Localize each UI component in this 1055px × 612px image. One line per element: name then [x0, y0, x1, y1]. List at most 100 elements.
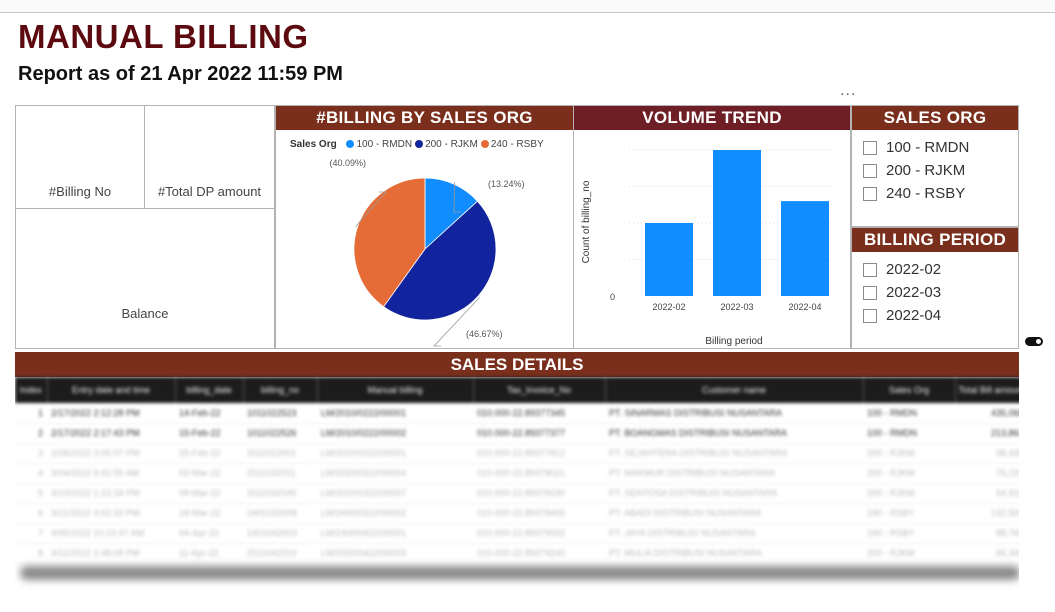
table-cell: 010.000-22.89377812 — [473, 443, 605, 464]
column-header[interactable]: Customer name — [605, 377, 864, 403]
table-cell: 213,863,470 — [955, 423, 1019, 444]
bar-2022-04[interactable] — [781, 201, 829, 296]
table-cell: 3 — [15, 443, 47, 464]
table-cell: 200 - RJKM — [863, 443, 955, 464]
slicer-option-200-rjkm[interactable]: 200 - RJKM — [863, 159, 1018, 182]
table-cell: 1 — [15, 403, 47, 424]
column-header[interactable]: billing_date — [175, 377, 244, 403]
column-header[interactable]: Sales Org — [863, 377, 956, 403]
table-cell: 132,500,000 — [955, 503, 1019, 524]
table-cell: 54,910,800 — [955, 483, 1019, 504]
table-cell: PT. SEJAHTERA DISTRIBUSI NUSANTARA — [605, 443, 863, 464]
slicer-option-label: 2022-03 — [886, 284, 942, 301]
sales-org-slicer[interactable]: SALES ORG 100 - RMDN 200 - RJKM 240 - RS… — [851, 105, 1019, 227]
table-row[interactable]: 6 3/21/2022 4:02:33 PM 18-Mar-22 2401032008… — [15, 503, 1019, 524]
slicer-option-100-rmdn[interactable]: 100 - RMDN — [863, 136, 1018, 159]
table-cell: PT. JAYA DISTRIBUSI NUSANTARA — [605, 523, 863, 544]
column-header[interactable]: Entry date and time — [47, 377, 176, 403]
table-cell: 2011042019 — [243, 543, 317, 564]
billing-by-sales-org-chart[interactable]: #BILLING BY SALES ORG Sales Org 100 - RM… — [275, 105, 574, 349]
checkbox-icon[interactable] — [863, 186, 877, 201]
top-toolbar-strip — [0, 0, 1055, 13]
slicer-option-label: 100 - RMDN — [886, 139, 970, 156]
kpi-balance-label: Balance — [121, 306, 169, 321]
table-cell: 3/10/2022 1:22:18 PM — [47, 483, 175, 504]
volume-trend-chart[interactable]: VOLUME TREND 0 2022-02 2022-03 2022-04 Billi… — [573, 105, 851, 349]
table-cell: 2/17/2022 2:17:43 PM — [47, 423, 175, 444]
column-header[interactable]: Tax_Invoice_No — [473, 377, 606, 403]
slicer-option-240-rsby[interactable]: 240 - RSBY — [863, 182, 1018, 205]
table-row[interactable]: 1 2/17/2022 2:12:28 PM 14-Feb-22 1011022523… — [15, 403, 1019, 424]
table-cell: 15-Feb-22 — [175, 423, 243, 444]
toggle-icon[interactable] — [1025, 337, 1043, 346]
more-options-icon[interactable]: ... — [840, 82, 856, 100]
table-row[interactable]: 8 4/12/2022 2:48:09 PM 11-Apr-22 2011042019… — [15, 543, 1019, 564]
table-row[interactable]: 5 3/10/2022 1:22:18 PM 09-Mar-22 2011032045… — [15, 483, 1019, 504]
table-cell: 2 — [15, 423, 47, 444]
checkbox-icon[interactable] — [863, 262, 877, 277]
table-body: 1 2/17/2022 2:12:28 PM 14-Feb-22 1011022523… — [15, 403, 1019, 564]
table-row[interactable]: 3 2/28/2022 3:05:07 PM 25-Feb-22 2011022001… — [15, 443, 1019, 464]
table-cell: 88,760,500 — [955, 523, 1019, 544]
table-cell: PT. SENTOSA DISTRIBUSI NUSANTARA — [605, 483, 863, 504]
table-cell: PT. MAKMUR DISTRIBUSI NUSANTARA — [605, 463, 863, 484]
table-cell: 02-Mar-22 — [175, 463, 243, 484]
y-axis-label: Count of billing_no — [581, 180, 592, 263]
table-cell: PT. MULIA DISTRIBUSI NUSANTARA — [605, 543, 863, 564]
table-body-wrap: Index Entry date and time billing_date bill… — [15, 377, 1019, 564]
table-cell: PT. ABADI DISTRIBUSI NUSANTARA — [605, 503, 863, 524]
table-cell: 76,225,000 — [955, 463, 1019, 484]
slicer-option-2022-03[interactable]: 2022-03 — [863, 281, 1018, 304]
table-row[interactable]: 7 4/05/2022 10:15:47 AM 04-Apr-22 240104200… — [15, 523, 1019, 544]
bar-chart[interactable]: 0 2022-02 2022-03 2022-04 Billing period Coun… — [574, 130, 850, 348]
column-header[interactable]: Index — [15, 377, 48, 403]
table-cell: 200 - RJKM — [863, 483, 955, 504]
checkbox-icon[interactable] — [863, 140, 877, 155]
table-cell: 240 - RSBY — [863, 503, 955, 524]
table-cell: 09-Mar-22 — [175, 483, 243, 504]
report-date-subtitle: Report as of 21 Apr 2022 11:59 PM — [18, 63, 343, 85]
pie-chart[interactable]: (13.24%) (46.67%) (40.09%) — [276, 134, 573, 348]
table-cell: 010.000-22.89377377 — [473, 423, 605, 444]
x-tick-label: 2022-02 — [652, 302, 685, 312]
table-cell: 11-Apr-22 — [175, 543, 243, 564]
table-cell: PT. SINARMAS DISTRIBUSI NUSANTARA — [605, 403, 863, 424]
kpi-billing-no-label: #Billing No — [48, 184, 112, 199]
kpi-total-dp-card[interactable]: #Total DP amount — [144, 105, 275, 209]
table-header-row: Index Entry date and time billing_date bill… — [15, 377, 1019, 403]
table-cell: 2401042003 — [243, 523, 317, 544]
table-cell: 4/12/2022 2:48:09 PM — [47, 543, 175, 564]
column-header[interactable]: Manual billing — [317, 377, 474, 403]
checkbox-icon[interactable] — [863, 285, 877, 300]
chart-title: #BILLING BY SALES ORG — [276, 106, 573, 130]
checkbox-icon[interactable] — [863, 163, 877, 178]
bar-2022-03[interactable] — [713, 150, 761, 296]
kpi-balance-card[interactable]: Balance — [15, 208, 275, 349]
table-cell: 200 - RJKM — [863, 463, 955, 484]
slicer-option-2022-02[interactable]: 2022-02 — [863, 258, 1018, 281]
table-row[interactable]: 4 3/04/2022 9:41:55 AM 02-Mar-22 2011032011… — [15, 463, 1019, 484]
table-cell: 3/21/2022 4:02:33 PM — [47, 503, 175, 524]
checkbox-icon[interactable] — [863, 308, 877, 323]
table-cell: LM/2020/0322/00007 — [317, 483, 473, 504]
table-cell: 8 — [15, 543, 47, 564]
billing-period-slicer[interactable]: BILLING PERIOD 2022-02 2022-03 2022-04 — [851, 227, 1019, 349]
data-table[interactable]: Index Entry date and time billing_date bill… — [15, 377, 1019, 564]
table-cell: 2011032011 — [243, 463, 317, 484]
table-cell: 18-Mar-22 — [175, 503, 243, 524]
horizontal-scrollbar[interactable] — [20, 566, 1019, 580]
table-cell: 1011022523 — [243, 403, 317, 424]
table-cell: LM/2400/0322/00002 — [317, 503, 473, 524]
x-tick-label: 2022-04 — [788, 302, 821, 312]
slicer-option-2022-04[interactable]: 2022-04 — [863, 304, 1018, 327]
slicer-title: SALES ORG — [852, 106, 1018, 130]
kpi-billing-no-card[interactable]: #Billing No — [15, 105, 145, 209]
table-row[interactable]: 2 2/17/2022 2:17:43 PM 15-Feb-22 1011022526… — [15, 423, 1019, 444]
x-axis-label: Billing period — [705, 336, 762, 347]
table-cell: 66,300,000 — [955, 543, 1019, 564]
column-header[interactable]: billing_no — [243, 377, 318, 403]
bar-2022-02[interactable] — [645, 223, 693, 296]
y-tick-label: 0 — [610, 292, 615, 302]
column-header[interactable]: Total Bill amount (IDR) — [955, 377, 1019, 403]
sales-details-table[interactable]: SALES DETAILS Index Entry date and time bi… — [15, 352, 1019, 592]
